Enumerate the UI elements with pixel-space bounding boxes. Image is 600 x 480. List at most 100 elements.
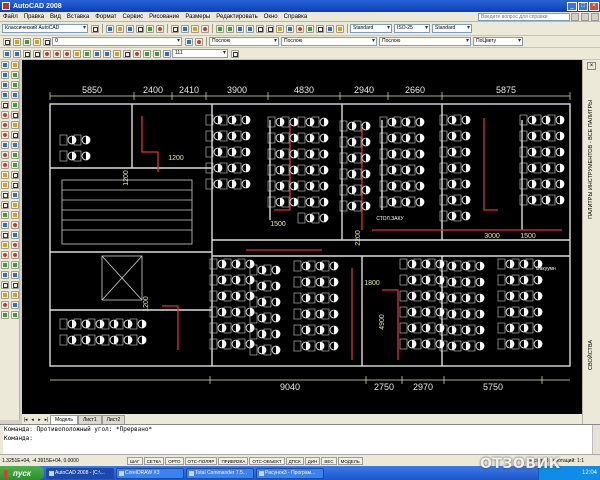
insert-block-icon[interactable] bbox=[1, 171, 9, 179]
dimension-update-icon[interactable] bbox=[163, 49, 171, 58]
plot-icon[interactable] bbox=[136, 24, 144, 33]
copy-icon[interactable] bbox=[181, 24, 189, 33]
line-icon[interactable] bbox=[1, 61, 9, 69]
revision-cloud-icon[interactable] bbox=[1, 131, 9, 139]
command-line[interactable]: Команда: Противоположный угол: *Прервано… bbox=[0, 424, 600, 455]
menu-format[interactable]: Формат bbox=[92, 14, 119, 20]
menu-dimension[interactable]: Размеры bbox=[182, 14, 213, 20]
multiline-text-icon[interactable] bbox=[1, 241, 9, 249]
center-mark-icon[interactable] bbox=[133, 49, 141, 58]
move-icon[interactable] bbox=[11, 111, 19, 119]
tool-palettes-label[interactable]: ПАЛИТРЫ ИНСТРУМЕНТОВ - ВСЕ ПАЛИТРЫ bbox=[588, 100, 594, 219]
otrack-toggle[interactable]: ОТС-ОБЪЕКТ bbox=[249, 456, 285, 465]
design-center-icon[interactable] bbox=[286, 24, 294, 33]
autocad-icon[interactable] bbox=[2, 2, 10, 10]
text-style-select[interactable]: Standard bbox=[350, 24, 392, 33]
layer-on-icon[interactable] bbox=[23, 37, 31, 46]
arc-length-icon[interactable] bbox=[23, 49, 31, 58]
undo-icon[interactable] bbox=[216, 24, 224, 33]
osnap-tangent-icon[interactable] bbox=[1, 271, 9, 279]
start-button[interactable]: пуск bbox=[0, 466, 44, 480]
table-style-select[interactable]: Standard bbox=[432, 24, 472, 33]
maximize-button[interactable]: □ bbox=[578, 1, 588, 11]
workspace-select[interactable]: Классический AutoCAD bbox=[2, 24, 88, 33]
dimension-edit-icon[interactable] bbox=[143, 49, 151, 58]
radius-dimension-icon[interactable] bbox=[43, 49, 51, 58]
make-object-layer-current-icon[interactable] bbox=[185, 37, 193, 46]
layer-freeze-icon[interactable] bbox=[33, 37, 41, 46]
dim-style-select[interactable]: ISO-25 bbox=[394, 24, 430, 33]
arc-icon[interactable] bbox=[1, 111, 9, 119]
osnap-settings-icon[interactable] bbox=[11, 291, 19, 299]
tab-model[interactable]: Модель bbox=[50, 415, 78, 424]
menu-edit[interactable]: Правка bbox=[21, 14, 47, 20]
osnap-node-icon[interactable] bbox=[11, 281, 19, 289]
layer-select[interactable]: 0 bbox=[52, 37, 182, 46]
tab-last-icon[interactable]: ▸| bbox=[43, 416, 50, 424]
tolerance-icon[interactable] bbox=[123, 49, 131, 58]
polygon-icon[interactable] bbox=[1, 91, 9, 99]
calculator-icon[interactable] bbox=[326, 24, 334, 33]
taskbar-item-total-commander[interactable]: Total Commander 7.5... bbox=[186, 467, 254, 479]
zoom-realtime-icon[interactable] bbox=[246, 24, 254, 33]
extend-icon[interactable] bbox=[11, 161, 19, 169]
layer-manager-icon[interactable] bbox=[3, 37, 11, 46]
plot-preview-icon[interactable] bbox=[146, 24, 154, 33]
model-toggle[interactable]: МОДЕЛЬ bbox=[337, 456, 363, 465]
ellipse-icon[interactable] bbox=[1, 151, 9, 159]
menu-help[interactable]: Справка bbox=[281, 14, 311, 20]
ucs-icon[interactable] bbox=[11, 231, 19, 239]
zoom-previous-icon[interactable] bbox=[266, 24, 274, 33]
workspace-settings-icon[interactable] bbox=[91, 24, 99, 33]
save-icon[interactable] bbox=[126, 24, 134, 33]
lwt-toggle[interactable]: ВЕС bbox=[321, 456, 337, 465]
tool-palette-strip[interactable]: × ПАЛИТРЫ ИНСТРУМЕНТОВ - ВСЕ ПАЛИТРЫ СВО… bbox=[582, 60, 600, 424]
open-icon[interactable] bbox=[116, 24, 124, 33]
rectangle-icon[interactable] bbox=[1, 101, 9, 109]
help-icon[interactable] bbox=[336, 24, 344, 33]
menu-tools[interactable]: Сервис bbox=[120, 14, 147, 20]
osnap-perpendicular-icon[interactable] bbox=[11, 271, 19, 279]
sheet-set-icon[interactable] bbox=[306, 24, 314, 33]
cut-icon[interactable] bbox=[171, 24, 179, 33]
ordinate-dimension-icon[interactable] bbox=[33, 49, 41, 58]
osnap-intersection-icon[interactable] bbox=[11, 251, 19, 259]
redo-icon[interactable] bbox=[226, 24, 234, 33]
grid-toggle[interactable]: СЕТКА bbox=[143, 456, 165, 465]
linear-dimension-icon[interactable] bbox=[3, 49, 11, 58]
osnap-apparent-icon[interactable] bbox=[11, 311, 19, 319]
search-icon[interactable] bbox=[571, 12, 579, 21]
osnap-toggle[interactable]: ПРИВЯЗКА bbox=[218, 456, 249, 465]
trim-icon[interactable] bbox=[11, 151, 19, 159]
osnap-midpoint-icon[interactable] bbox=[1, 251, 9, 259]
ellipse-arc-icon[interactable] bbox=[1, 161, 9, 169]
circle-icon[interactable] bbox=[1, 121, 9, 129]
minimize-button[interactable]: _ bbox=[567, 1, 577, 11]
construction-line-icon[interactable] bbox=[1, 71, 9, 79]
snap-toggle[interactable]: ШАГ bbox=[127, 456, 143, 465]
dyn-toggle[interactable]: ДИН bbox=[304, 456, 321, 465]
command-line-scrollbar[interactable] bbox=[592, 425, 600, 455]
chamfer-icon[interactable] bbox=[11, 201, 19, 209]
command-line-handle[interactable] bbox=[0, 425, 3, 455]
gradient-icon[interactable] bbox=[1, 211, 9, 219]
table-icon[interactable] bbox=[1, 231, 9, 239]
palette-close-icon[interactable]: × bbox=[587, 62, 596, 70]
close-button[interactable]: × bbox=[589, 1, 599, 11]
drawing-canvas[interactable]: 5850 2400 2410 3900 4830 2940 2660 5875 … bbox=[22, 60, 582, 414]
layer-lock-icon[interactable] bbox=[43, 37, 51, 46]
region-icon[interactable] bbox=[1, 221, 9, 229]
mirror-icon[interactable] bbox=[11, 81, 19, 89]
join-icon[interactable] bbox=[11, 191, 19, 199]
polar-toggle[interactable]: ОТС-ПОЛЯР bbox=[184, 456, 218, 465]
menu-file[interactable]: Файл bbox=[0, 14, 21, 20]
markup-icon[interactable] bbox=[316, 24, 324, 33]
osnap-center-icon[interactable] bbox=[1, 261, 9, 269]
menu-draw[interactable]: Рисование bbox=[146, 14, 182, 20]
ducs-toggle[interactable]: ДПСК bbox=[285, 456, 304, 465]
dim-style-select-2[interactable]: 111 bbox=[172, 49, 228, 58]
point-icon[interactable] bbox=[1, 191, 9, 199]
osnap-none-icon[interactable] bbox=[1, 301, 9, 309]
osnap-endpoint-icon[interactable] bbox=[11, 241, 19, 249]
layer-state-icon[interactable] bbox=[13, 37, 21, 46]
